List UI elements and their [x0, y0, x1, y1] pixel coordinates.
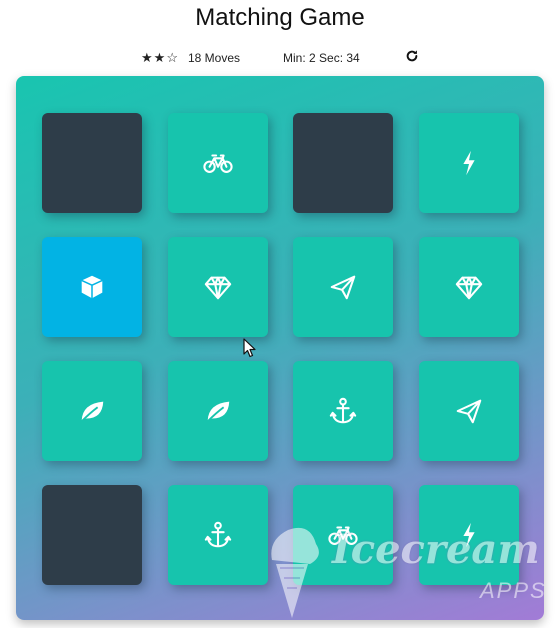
moves-counter: 18 Moves	[188, 51, 241, 65]
mouse-cursor-icon	[243, 338, 256, 358]
game-page: Matching Game ★★☆ 18 Moves Min: 2 Sec: 3…	[0, 0, 560, 628]
card[interactable]	[167, 237, 268, 337]
card[interactable]	[293, 113, 393, 213]
leaf-icon	[206, 401, 229, 422]
card[interactable]	[418, 361, 519, 461]
watermark-sub: APPS	[480, 578, 547, 603]
card[interactable]	[418, 113, 519, 213]
card[interactable]	[42, 237, 142, 337]
restart-button[interactable]	[405, 49, 419, 63]
watermark-brand: Icecream	[332, 526, 540, 573]
star-icon: ★	[153, 50, 167, 65]
cube-icon	[81, 275, 103, 299]
leaf-icon	[81, 401, 104, 422]
paper-plane-icon	[456, 399, 481, 424]
diamond-icon	[455, 276, 482, 300]
anchor-icon	[204, 521, 231, 548]
icecream-logo-icon	[271, 527, 319, 618]
card[interactable]	[42, 113, 142, 213]
star-rating: ★★☆	[141, 50, 179, 66]
card[interactable]	[42, 485, 142, 585]
timer: Min: 2 Sec: 34	[283, 51, 360, 65]
star-outline-icon: ☆	[166, 50, 179, 65]
card[interactable]	[293, 237, 393, 337]
card[interactable]	[418, 237, 519, 337]
bicycle-icon	[202, 154, 233, 173]
paper-plane-icon	[330, 275, 356, 300]
card[interactable]	[167, 113, 268, 213]
page-title: Matching Game	[195, 4, 365, 31]
card[interactable]	[167, 485, 268, 585]
score-panel: ★★☆ 18 Moves Min: 2 Sec: 34	[0, 50, 560, 68]
card[interactable]	[293, 361, 393, 461]
watermark: Icecream APPS	[258, 520, 558, 620]
anchor-icon	[329, 397, 357, 424]
repeat-icon	[406, 50, 418, 62]
card[interactable]	[42, 361, 142, 461]
bolt-icon	[462, 150, 475, 176]
star-icon: ★	[141, 50, 154, 65]
card[interactable]	[167, 361, 268, 461]
diamond-icon	[204, 276, 231, 300]
